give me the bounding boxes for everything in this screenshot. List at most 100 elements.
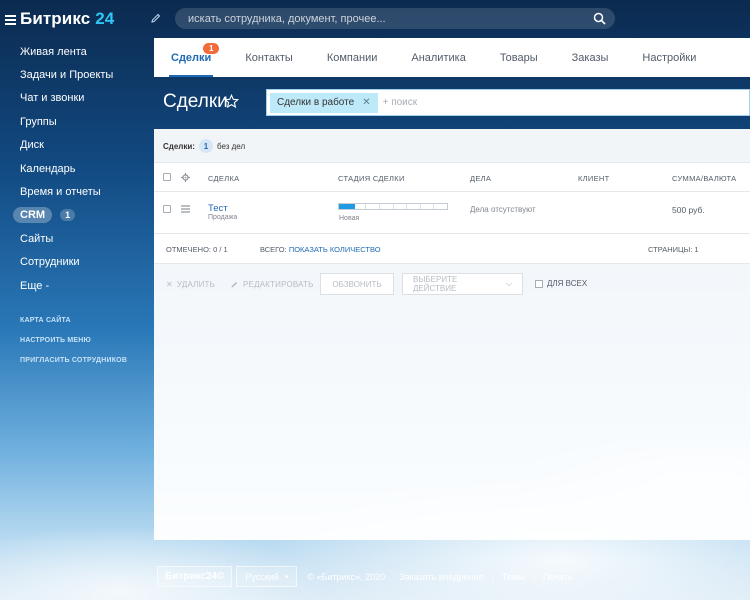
sidebar-links: Карта сайта Настроить меню Пригласить со… — [0, 310, 154, 370]
column-header-sum[interactable]: Сумма/Валюта — [672, 174, 736, 183]
chevron-down-icon: ⌵ — [505, 279, 512, 288]
tab-deals[interactable]: Сделки 1 — [154, 38, 228, 77]
brand-logo[interactable]: Битрикс 24 — [0, 0, 154, 38]
tab-contacts[interactable]: Контакты — [228, 38, 310, 77]
tab-label: Настройки — [642, 51, 697, 64]
pages-indicator: Страницы: 1 — [648, 245, 699, 254]
sidebar-item-label: Группы — [20, 115, 57, 128]
group-actions: ✕ Удалить Редактировать Обзвонить Выбери… — [154, 273, 750, 297]
deals-panel: Сделки: 1 без дел Сделка Стадия сделки Д… — [154, 129, 750, 540]
edit-button[interactable]: Редактировать — [230, 280, 314, 289]
column-header-activities[interactable]: Дела — [470, 174, 491, 183]
stage-label: Новая — [339, 215, 360, 222]
column-header-stage[interactable]: Стадия сделки — [338, 174, 405, 183]
for-all-checkbox[interactable]: Для всех — [535, 279, 587, 288]
filter-chip-label: Сделки в работе — [277, 97, 355, 108]
search-icon[interactable] — [593, 12, 606, 25]
filter-chip[interactable]: Сделки в работе ✕ — [270, 92, 378, 113]
counter-suffix: без дел — [216, 141, 246, 151]
show-count-link[interactable]: Показать количество — [289, 245, 381, 254]
footer-logo[interactable]: Битрикс24© — [157, 566, 233, 587]
sidebar-item-label: Еще - — [20, 279, 50, 292]
brand-name: Битрикс — [20, 9, 91, 28]
crm-counter-badge: 1 — [60, 209, 76, 222]
stage-progress-fill — [339, 204, 356, 209]
sidebar-item-tasks[interactable]: Задачи и Проекты — [0, 63, 154, 86]
filter-placeholder: + поиск — [382, 97, 418, 108]
deal-title-link[interactable]: Тест — [208, 203, 228, 214]
print-link[interactable]: Печать — [543, 572, 572, 582]
divider: | — [491, 571, 495, 582]
sidebar-item-crm[interactable]: CRM 1 — [0, 204, 154, 227]
column-header-client[interactable]: Клиент — [578, 174, 609, 183]
for-all-label: Для всех — [547, 279, 588, 288]
sidebar-item-label: Задачи и Проекты — [20, 69, 114, 82]
table-row[interactable]: Тест Продажа Новая Дела отсутствуют 500 … — [154, 192, 750, 234]
invite-employees-link[interactable]: Пригласить сотрудников — [0, 350, 154, 370]
sidebar-item-label: Сайты — [20, 232, 54, 245]
sidebar-item-disk[interactable]: Диск — [0, 134, 154, 157]
sidebar-item-feed[interactable]: Живая лента — [0, 40, 154, 63]
pencil-icon[interactable] — [150, 12, 162, 24]
tab-orders[interactable]: Заказы — [555, 38, 626, 77]
sidebar-item-more[interactable]: Еще - — [0, 274, 154, 297]
page-footer: Битрикс24© Русский ▾ © «Битрикс», 2020 З… — [157, 566, 573, 587]
hamburger-menu-icon[interactable] — [5, 14, 16, 25]
sidebar-item-label: CRM — [13, 207, 53, 224]
tab-settings[interactable]: Настройки — [625, 38, 713, 77]
delete-button[interactable]: ✕ Удалить — [166, 280, 215, 289]
sidebar-item-label: Календарь — [20, 162, 76, 175]
gear-icon[interactable] — [181, 173, 190, 182]
page-title: Сделки — [163, 91, 228, 112]
select-action-dropdown[interactable]: Выберите действие ⌵ — [402, 273, 523, 295]
language-label: Русский — [245, 571, 279, 582]
tab-counter-badge: 1 — [203, 43, 220, 54]
sidebar-item-label: Сотрудники — [20, 256, 80, 269]
table-header: Сделка Стадия сделки Дела Клиент Сумма/В… — [154, 162, 750, 192]
selected-count: Отмечено: 0 / 1 — [166, 245, 228, 254]
sidebar-item-calendar[interactable]: Календарь — [0, 157, 154, 180]
row-menu-icon[interactable] — [181, 205, 190, 213]
checkbox-box — [535, 279, 543, 288]
order-implementation-link[interactable]: Заказать внедрение — [399, 572, 484, 582]
crm-tabs: Сделки 1 Контакты Компании Аналитика Тов… — [154, 38, 750, 77]
left-menu: Живая лента Задачи и Проекты Чат и звонк… — [0, 40, 154, 370]
counter-badge[interactable]: 1 — [198, 139, 213, 153]
total-count: Всего: Показать количество — [260, 245, 381, 254]
sum-cell: 500 руб. — [672, 205, 705, 215]
divider: | — [532, 571, 536, 582]
chevron-down-icon: ▾ — [284, 573, 289, 581]
tab-companies[interactable]: Компании — [310, 38, 395, 77]
row-checkbox[interactable] — [163, 205, 171, 213]
activities-cell: Дела отсутствуют — [470, 205, 536, 214]
sidebar-item-chat[interactable]: Чат и звонки — [0, 87, 154, 110]
sidebar-item-label: Живая лента — [20, 45, 87, 58]
delete-label: Удалить — [176, 280, 216, 289]
filter-search-input[interactable]: Сделки в работе ✕ + поиск — [266, 89, 750, 116]
call-button[interactable]: Обзвонить — [320, 273, 394, 295]
deals-counter: Сделки: 1 без дел — [163, 139, 245, 153]
sitemap-link[interactable]: Карта сайта — [0, 310, 154, 330]
sidebar-item-groups[interactable]: Группы — [0, 110, 154, 133]
stage-progress-bar[interactable] — [338, 203, 448, 210]
tab-label: Контакты — [245, 51, 293, 64]
total-label: Всего: — [260, 245, 287, 254]
select-all-checkbox[interactable] — [163, 173, 171, 181]
sidebar-item-time[interactable]: Время и отчеты — [0, 180, 154, 203]
search-input[interactable]: искать сотрудника, документ, прочее... — [175, 8, 615, 29]
sidebar-item-employees[interactable]: Сотрудники — [0, 251, 154, 274]
sidebar-item-label: Диск — [20, 139, 44, 152]
close-icon[interactable]: ✕ — [362, 97, 370, 108]
counter-label: Сделки: — [163, 141, 195, 151]
pencil-icon — [231, 281, 238, 288]
tab-analytics[interactable]: Аналитика — [394, 38, 482, 77]
themes-link[interactable]: Темы — [502, 572, 525, 582]
sidebar-item-sites[interactable]: Сайты — [0, 227, 154, 250]
language-select[interactable]: Русский ▾ — [236, 566, 298, 587]
brand-number: 24 — [95, 9, 115, 28]
column-header-deal[interactable]: Сделка — [208, 174, 239, 183]
configure-menu-link[interactable]: Настроить меню — [0, 330, 154, 350]
edit-label: Редактировать — [243, 280, 314, 289]
star-icon[interactable] — [224, 94, 239, 109]
tab-products[interactable]: Товары — [483, 38, 555, 77]
